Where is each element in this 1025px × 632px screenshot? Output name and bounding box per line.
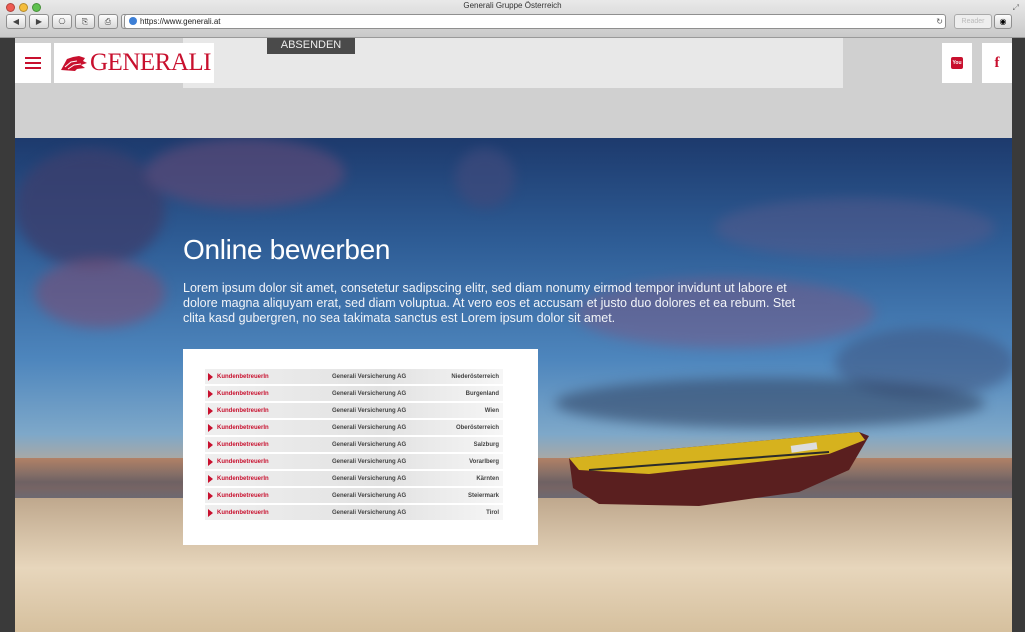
reload-icon[interactable]: ↻ bbox=[936, 15, 943, 28]
cloud-decoration bbox=[145, 138, 345, 208]
site-header: GENERALI You Tube f bbox=[15, 38, 1012, 88]
lion-logo-icon bbox=[61, 56, 87, 71]
url-text: https://www.generali.at bbox=[140, 17, 221, 26]
youtube-button[interactable]: You Tube bbox=[942, 43, 972, 83]
facebook-button[interactable]: f bbox=[982, 43, 1012, 83]
job-title-link[interactable]: KundenbetreuerIn bbox=[217, 425, 332, 431]
arrow-right-icon bbox=[208, 474, 213, 483]
facebook-icon: f bbox=[994, 54, 1000, 71]
job-title-link[interactable]: KundenbetreuerIn bbox=[217, 408, 332, 414]
job-region: Tirol bbox=[486, 509, 499, 516]
boat-image bbox=[569, 432, 869, 506]
job-title-link[interactable]: KundenbetreuerIn bbox=[217, 493, 332, 499]
job-row[interactable]: KundenbetreuerIn Generali Versicherung AG… bbox=[205, 437, 503, 452]
cloud-decoration bbox=[555, 378, 985, 428]
window-title: Generali Gruppe Österreich bbox=[463, 1, 562, 10]
job-title-link[interactable]: KundenbetreuerIn bbox=[217, 374, 332, 380]
job-region: Niederösterreich bbox=[451, 373, 499, 380]
address-bar[interactable]: https://www.generali.at ↻ bbox=[124, 14, 946, 29]
hero-section: Online bewerben Lorem ipsum dolor sit am… bbox=[15, 138, 1012, 632]
job-row[interactable]: KundenbetreuerIn Generali Versicherung AG… bbox=[205, 369, 503, 384]
generali-logo[interactable]: GENERALI bbox=[54, 43, 214, 83]
job-company: Generali Versicherung AG bbox=[332, 509, 407, 516]
job-company: Generali Versicherung AG bbox=[332, 373, 407, 380]
job-title-link[interactable]: KundenbetreuerIn bbox=[217, 510, 332, 516]
job-row[interactable]: KundenbetreuerIn Generali Versicherung AG… bbox=[205, 505, 503, 520]
job-region: Wien bbox=[484, 407, 499, 414]
youtube-icon: You Tube bbox=[951, 57, 963, 78]
reader-button[interactable]: Reader bbox=[954, 14, 992, 29]
sidebar-button[interactable]: ⎙ bbox=[98, 14, 118, 29]
job-row[interactable]: KundenbetreuerIn Generali Versicherung AG… bbox=[205, 403, 503, 418]
job-region: Oberösterreich bbox=[455, 424, 499, 431]
job-title-link[interactable]: KundenbetreuerIn bbox=[217, 391, 332, 397]
job-region: Vorarlberg bbox=[469, 458, 499, 465]
hamburger-menu-icon[interactable] bbox=[15, 43, 51, 83]
arrow-right-icon bbox=[208, 508, 213, 517]
arrow-right-icon bbox=[208, 423, 213, 432]
job-company: Generali Versicherung AG bbox=[332, 390, 407, 397]
cloud-decoration bbox=[15, 148, 165, 268]
job-company: Generali Versicherung AG bbox=[332, 475, 407, 482]
job-company: Generali Versicherung AG bbox=[332, 492, 407, 499]
job-title-link[interactable]: KundenbetreuerIn bbox=[217, 442, 332, 448]
cloud-decoration bbox=[455, 148, 515, 208]
fullscreen-icon[interactable]: ⤢ bbox=[1013, 3, 1019, 13]
arrow-right-icon bbox=[208, 457, 213, 466]
cloud-tabs-button[interactable]: ⎔ bbox=[52, 14, 72, 29]
job-row[interactable]: KundenbetreuerIn Generali Versicherung AG… bbox=[205, 386, 503, 401]
back-button[interactable]: ◀ bbox=[6, 14, 26, 29]
job-row[interactable]: KundenbetreuerIn Generali Versicherung AG… bbox=[205, 471, 503, 486]
arrow-right-icon bbox=[208, 372, 213, 381]
job-region: Salzburg bbox=[473, 441, 499, 448]
forward-button[interactable]: ▶ bbox=[29, 14, 49, 29]
hero-description: Lorem ipsum dolor sit amet, consetetur s… bbox=[183, 280, 796, 325]
logo-text: GENERALI bbox=[90, 49, 211, 76]
job-row[interactable]: KundenbetreuerIn Generali Versicherung AG… bbox=[205, 420, 503, 435]
cloud-decoration bbox=[35, 258, 165, 328]
job-company: Generali Versicherung AG bbox=[332, 424, 407, 431]
page: ABSENDEN GENERALI You Tube f Online bewe… bbox=[15, 38, 1012, 632]
job-title-link[interactable]: KundenbetreuerIn bbox=[217, 476, 332, 482]
extension-icon[interactable]: ◉ bbox=[994, 14, 1012, 29]
job-title-link[interactable]: KundenbetreuerIn bbox=[217, 459, 332, 465]
browser-toolbar: Generali Gruppe Österreich ⤢ ◀ ▶ ⎔ ⎘ ⎙ +… bbox=[0, 0, 1025, 38]
arrow-right-icon bbox=[208, 440, 213, 449]
cloud-decoration bbox=[715, 198, 995, 258]
navigation-buttons: ◀ ▶ ⎔ ⎘ ⎙ + bbox=[6, 14, 141, 29]
job-region: Steiermark bbox=[467, 492, 499, 499]
job-list: KundenbetreuerIn Generali Versicherung AG… bbox=[205, 369, 503, 522]
job-row[interactable]: KundenbetreuerIn Generali Versicherung AG… bbox=[205, 454, 503, 469]
hero-title: Online bewerben bbox=[183, 233, 391, 265]
job-row[interactable]: KundenbetreuerIn Generali Versicherung AG… bbox=[205, 488, 503, 503]
job-region: Burgenland bbox=[465, 390, 499, 397]
arrow-right-icon bbox=[208, 406, 213, 415]
globe-icon bbox=[129, 17, 137, 25]
job-company: Generali Versicherung AG bbox=[332, 441, 407, 448]
arrow-right-icon bbox=[208, 389, 213, 398]
job-region: Kärnten bbox=[476, 475, 499, 482]
job-listings-card: KundenbetreuerIn Generali Versicherung AG… bbox=[183, 349, 538, 545]
job-company: Generali Versicherung AG bbox=[332, 407, 407, 414]
arrow-right-icon bbox=[208, 491, 213, 500]
top-header-area: ABSENDEN GENERALI You Tube f bbox=[15, 38, 1012, 138]
share-button[interactable]: ⎘ bbox=[75, 14, 95, 29]
job-company: Generali Versicherung AG bbox=[332, 458, 407, 465]
